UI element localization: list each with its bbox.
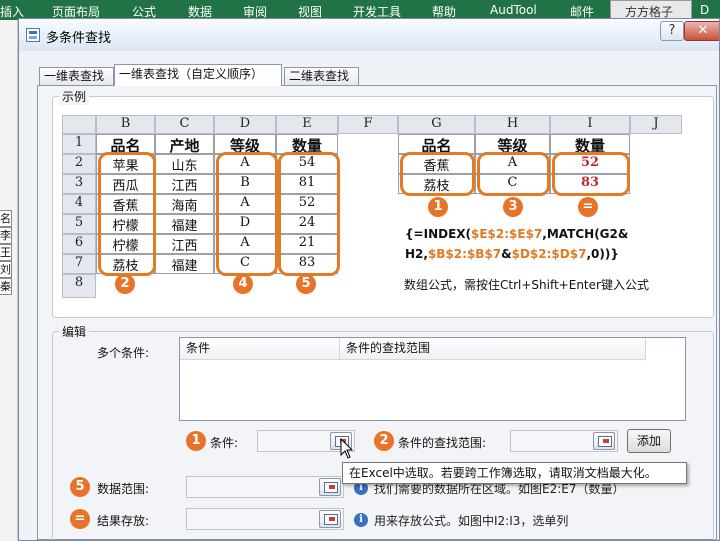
left-table-cell: 江西: [155, 234, 214, 254]
result-select-icon[interactable]: [319, 510, 341, 528]
excel-sheet-edge: 名 李 王 刘 秦: [0, 20, 18, 541]
badge-1: 1: [428, 197, 448, 217]
result-label: 结果存放:: [97, 514, 150, 528]
formula-part: $D$2:$D$7: [511, 247, 587, 261]
row-header: 7: [62, 254, 96, 274]
col-header: I: [550, 115, 630, 134]
data-range-input[interactable]: [186, 476, 344, 498]
col-header: H: [475, 115, 550, 134]
range-label: 条件的查找范围:: [398, 436, 487, 450]
ribbon-tab-audtool[interactable]: AudTool: [490, 3, 537, 17]
row-header: 6: [62, 234, 96, 254]
right-table-header: 品名: [398, 134, 475, 155]
left-table-cell: 山东: [155, 154, 214, 174]
left-table-cell: 福建: [155, 214, 214, 234]
range-select-range-icon[interactable]: [593, 432, 615, 450]
tab-two-dim-lookup[interactable]: 二维表查找: [284, 67, 359, 85]
list-header-condition[interactable]: 条件: [180, 338, 340, 360]
tooltip: 在Excel中选取。若要跨工作簿选取，请取消文档最大化。: [342, 462, 687, 484]
help-button[interactable]: ?: [660, 21, 684, 41]
edge-cell[interactable]: 秦: [0, 278, 12, 295]
highlight-lookup-grade: [477, 152, 550, 196]
formula-part: $B$2:$B$7: [427, 247, 502, 261]
col-header: J: [630, 115, 682, 134]
excel-ribbon: 插入 页面布局 公式 数据 审阅 视图 开发工具 帮助 AudTool 邮件 方…: [0, 0, 720, 20]
formula-part: {=INDEX(: [405, 227, 471, 241]
left-table-header: 等级: [214, 134, 276, 155]
row-header: 4: [62, 194, 96, 214]
left-table-header: 产地: [155, 134, 214, 155]
badge-equals: =: [578, 197, 598, 217]
multi-condition-label: 多个条件:: [97, 346, 150, 360]
condition-list[interactable]: 条件 条件的查找范围: [179, 337, 686, 421]
right-table-header: 数量: [550, 134, 630, 155]
edge-cell[interactable]: 王: [0, 244, 12, 261]
col-header: F: [338, 115, 398, 134]
formula-text: {=INDEX($E$2:$E$7,MATCH(G2& H2,$B$2:$B$7&…: [405, 224, 665, 264]
range-badge: 2: [374, 431, 394, 451]
ribbon-tab-d[interactable]: D: [700, 3, 709, 17]
left-table-header: 数量: [276, 134, 338, 155]
result-badge: =: [70, 509, 90, 529]
dialog-title: 多条件查找: [46, 31, 112, 46]
example-sheet-image: B C D E F G H I J 1 2 3 4 5 6 7 8 品名 产地 …: [62, 115, 682, 298]
badge-4: 4: [233, 274, 253, 294]
highlight-lookup-product: [400, 152, 475, 196]
col-header: E: [276, 115, 338, 134]
range-input[interactable]: [510, 430, 618, 452]
edit-group-label: 编辑: [59, 323, 90, 340]
highlight-quantity-column: [278, 152, 340, 276]
data-range-badge: 5: [70, 477, 90, 497]
condition-label: 条件:: [210, 436, 239, 450]
row-header: 8: [62, 274, 96, 298]
edge-cell[interactable]: 李: [0, 227, 12, 244]
edge-cell[interactable]: 刘: [0, 261, 12, 278]
row-header: 3: [62, 174, 96, 194]
info-icon: i: [354, 513, 368, 527]
formula-part: ,0))}: [586, 247, 619, 261]
badge-3: 3: [503, 197, 523, 217]
data-range-select-icon[interactable]: [319, 478, 341, 496]
col-header: D: [214, 115, 276, 134]
row-header: 1: [62, 134, 96, 154]
sheet-corner: [62, 115, 96, 134]
left-table-header: 品名: [96, 134, 155, 155]
badge-2: 2: [115, 274, 135, 294]
mouse-pointer-icon: [340, 438, 354, 459]
add-button[interactable]: 添加: [627, 429, 671, 453]
result-hint: 用来存放公式。如图中I2:I3，选单列: [374, 514, 569, 528]
tab-one-dim-lookup-custom-order[interactable]: 一维表查找（自定义顺序）: [114, 64, 282, 86]
formula-part: ,MATCH(G2&: [542, 227, 629, 241]
row-header: 5: [62, 214, 96, 234]
col-header: C: [155, 115, 214, 134]
col-header: G: [398, 115, 475, 134]
formula-part: H2,: [405, 247, 428, 261]
array-formula-note: 数组公式，需按住Ctrl+Shift+Enter键入公式: [404, 278, 649, 292]
left-table-cell: 江西: [155, 174, 214, 194]
dialog-titlebar[interactable]: 多条件查找 ? ✕: [19, 19, 719, 51]
row-header: 2: [62, 154, 96, 174]
col-header: B: [96, 115, 155, 134]
formula-part: $E$2:$E$7: [471, 227, 543, 241]
formula-part: &: [501, 247, 512, 261]
edge-cell[interactable]: 名: [0, 210, 12, 227]
data-range-label: 数据范围:: [97, 482, 150, 496]
example-group-label: 示例: [59, 88, 90, 105]
highlight-grade-column: [216, 152, 278, 276]
close-button[interactable]: ✕: [684, 21, 719, 41]
left-table-cell: 福建: [155, 254, 214, 274]
badge-5: 5: [296, 274, 316, 294]
left-table-cell: 海南: [155, 194, 214, 214]
highlight-result: [552, 152, 630, 196]
list-header-range[interactable]: 条件的查找范围: [340, 338, 646, 360]
tab-one-dim-lookup[interactable]: 一维表查找: [39, 67, 114, 85]
highlight-product-column: [98, 152, 156, 276]
app-icon: [26, 28, 40, 42]
condition-badge: 1: [186, 431, 206, 451]
right-table-header: 等级: [475, 134, 550, 155]
result-input[interactable]: [186, 508, 344, 530]
ribbon-tab-fangfang[interactable]: 方方格子: [610, 0, 692, 20]
